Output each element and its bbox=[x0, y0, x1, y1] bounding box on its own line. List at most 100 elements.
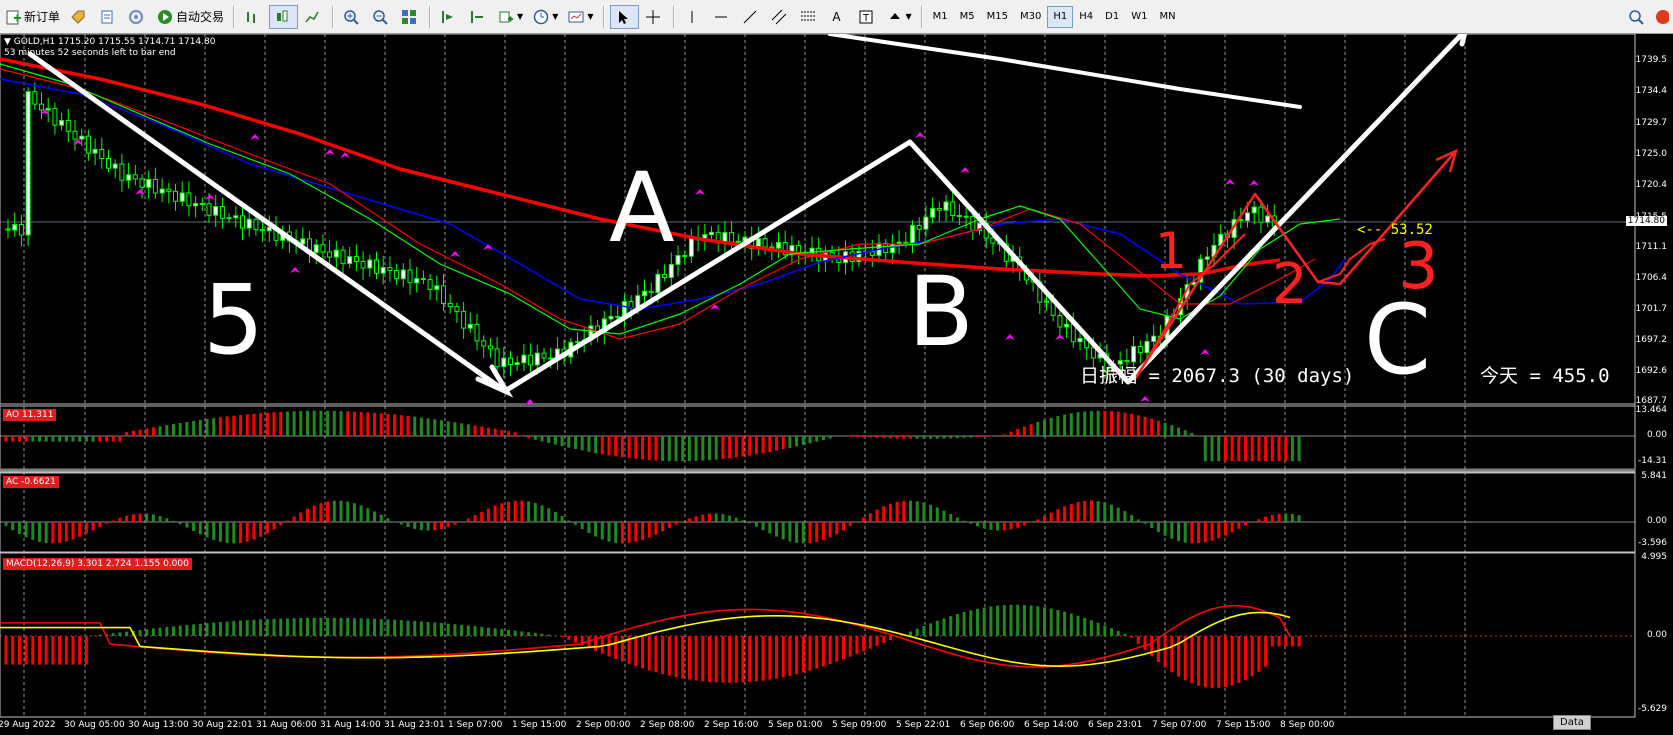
ac-bar bbox=[399, 522, 403, 525]
candle-bull bbox=[1131, 345, 1137, 363]
new-order-button[interactable]: 新订单 bbox=[1, 5, 64, 29]
equidistant-channel-button[interactable] bbox=[767, 5, 794, 29]
macd-bar bbox=[949, 616, 953, 636]
timeframe-h1[interactable]: H1 bbox=[1047, 5, 1074, 28]
chart-shift-button[interactable] bbox=[465, 5, 492, 29]
macd-bar bbox=[31, 636, 35, 665]
macd-bar bbox=[1116, 630, 1120, 636]
candle-bull bbox=[1265, 215, 1271, 223]
ac-bar bbox=[875, 509, 879, 522]
macd-bar bbox=[259, 619, 263, 636]
tile-windows-button[interactable] bbox=[397, 5, 424, 29]
text-button[interactable]: A bbox=[825, 5, 852, 29]
ao-bar bbox=[1076, 412, 1080, 436]
timeframe-m1[interactable]: M1 bbox=[927, 6, 954, 28]
macd-bar bbox=[855, 636, 859, 655]
history-button[interactable] bbox=[66, 5, 93, 29]
macd-bar bbox=[145, 629, 149, 636]
macd-bar bbox=[513, 630, 517, 636]
market-watch-button[interactable] bbox=[95, 5, 122, 29]
ao-bar bbox=[225, 416, 229, 436]
macd-bar bbox=[1076, 615, 1080, 636]
indicators-button[interactable]: ▼ bbox=[494, 5, 527, 29]
fibonacci-button[interactable] bbox=[796, 5, 823, 29]
ao-bar bbox=[1036, 421, 1040, 436]
bar-chart-button[interactable] bbox=[240, 5, 267, 29]
vertical-line-icon bbox=[684, 9, 700, 25]
crosshair-button[interactable] bbox=[641, 5, 668, 29]
ao-bar bbox=[1223, 436, 1227, 462]
cursor-button[interactable] bbox=[609, 4, 639, 29]
candle-bear bbox=[199, 203, 205, 206]
templates-button[interactable]: ▼ bbox=[564, 5, 597, 29]
svg-text:T: T bbox=[862, 13, 870, 24]
timeframe-m5[interactable]: M5 bbox=[954, 6, 981, 28]
separator bbox=[602, 5, 605, 28]
time-tick: 8 Sep 00:00 bbox=[1280, 720, 1335, 730]
trendline-button[interactable] bbox=[738, 5, 765, 29]
timeframe-m30[interactable]: M30 bbox=[1014, 6, 1047, 28]
ao-bar bbox=[634, 436, 638, 459]
macd-bar bbox=[687, 636, 691, 680]
ao-bar bbox=[192, 420, 196, 436]
macd-bar bbox=[1136, 636, 1140, 644]
vertical-line-button[interactable] bbox=[680, 5, 707, 29]
ao-bar bbox=[748, 436, 752, 456]
line-chart-button[interactable] bbox=[300, 5, 327, 29]
ac-bar bbox=[915, 501, 919, 522]
text-label-button[interactable]: T bbox=[854, 5, 881, 29]
zoom-out-button[interactable] bbox=[368, 5, 395, 29]
macd-bar bbox=[647, 636, 651, 671]
ao-bar bbox=[38, 436, 41, 442]
fractal-marker bbox=[695, 189, 705, 195]
ao-bar bbox=[708, 436, 711, 461]
timeframe-m15[interactable]: M15 bbox=[981, 6, 1014, 28]
autoscroll-button[interactable] bbox=[436, 5, 463, 29]
wave-label-b: B bbox=[908, 256, 974, 368]
ac-bar bbox=[145, 513, 149, 522]
candle-bear bbox=[970, 216, 976, 231]
ao-bar bbox=[1264, 436, 1268, 462]
price-tick: 1711.1 bbox=[1635, 242, 1668, 252]
macd-bar bbox=[801, 636, 805, 673]
macd-bar bbox=[359, 618, 363, 636]
arrows-button[interactable]: ▼ bbox=[883, 5, 916, 29]
ac-scale-tick: -3.596 bbox=[1637, 538, 1667, 548]
ao-bar bbox=[1083, 411, 1087, 436]
auto-trading-button[interactable]: 自动交易 bbox=[153, 5, 228, 29]
candle-bull bbox=[59, 120, 65, 126]
search-button[interactable] bbox=[1624, 5, 1651, 29]
macd-bar bbox=[192, 624, 196, 636]
timeframe-d1[interactable]: D1 bbox=[1099, 6, 1125, 28]
notifications-button[interactable] bbox=[1653, 5, 1672, 29]
candle-bear bbox=[1057, 314, 1063, 328]
candle-bear bbox=[508, 357, 513, 366]
ao-bar bbox=[1197, 435, 1201, 436]
candle-bull bbox=[1251, 206, 1257, 214]
candle-bear bbox=[65, 120, 71, 132]
timeframe-h4[interactable]: H4 bbox=[1073, 6, 1099, 28]
collapse-arrow-icon[interactable]: ▼ bbox=[4, 37, 14, 47]
candle-bear bbox=[662, 273, 668, 278]
macd-bar bbox=[641, 636, 644, 669]
candle-chart-button[interactable] bbox=[269, 4, 299, 29]
periods-button[interactable]: ▼ bbox=[529, 5, 562, 29]
ac-bar bbox=[493, 505, 497, 522]
chart-area[interactable]: ▼ GOLD,H1 1715.20 1715.55 1714.71 1714.8… bbox=[0, 34, 1673, 735]
candle-bear bbox=[494, 348, 500, 368]
ac-bar bbox=[151, 514, 155, 522]
ac-badge: AC -0.6621 bbox=[3, 476, 59, 488]
clock-icon bbox=[533, 9, 549, 25]
macd-bar bbox=[600, 636, 604, 654]
signals-button[interactable] bbox=[124, 5, 151, 29]
zoom-in-button[interactable] bbox=[339, 5, 366, 29]
ao-bar bbox=[962, 436, 966, 438]
ao-bar bbox=[868, 436, 872, 438]
macd-bar bbox=[480, 626, 484, 636]
horizontal-line-button[interactable] bbox=[709, 5, 736, 29]
timeframe-mn[interactable]: MN bbox=[1153, 6, 1181, 28]
timeframe-w1[interactable]: W1 bbox=[1125, 6, 1153, 28]
candle-bear bbox=[615, 315, 621, 318]
ac-bar bbox=[306, 508, 309, 522]
ac-bar bbox=[279, 522, 283, 526]
